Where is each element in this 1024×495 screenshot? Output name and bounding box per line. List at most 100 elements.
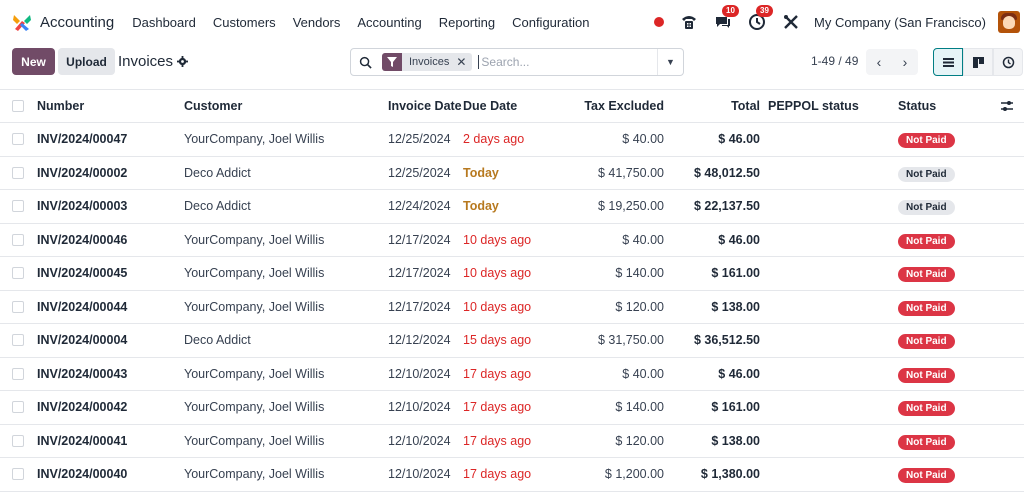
page-title-wrap: Invoices	[118, 53, 189, 70]
col-due-date[interactable]: Due Date	[463, 99, 517, 113]
tax-excluded: $ 31,750.00	[597, 333, 664, 348]
table-row[interactable]: INV/2024/00042 YourCompany, Joel Willis 12…	[0, 391, 1024, 425]
menu-accounting[interactable]: Accounting	[357, 15, 421, 30]
table-row[interactable]: INV/2024/00004 Deco Addict 12/12/2024 15 da…	[0, 324, 1024, 358]
invoice-number: INV/2024/00047	[37, 132, 128, 147]
row-checkbox[interactable]	[12, 233, 24, 246]
col-tax-excluded[interactable]: Tax Excluded	[584, 99, 664, 113]
phone-icon[interactable]	[678, 11, 700, 33]
messages-icon[interactable]: 10	[712, 5, 739, 33]
table-row[interactable]: INV/2024/00046 YourCompany, Joel Willis 12…	[0, 224, 1024, 257]
row-checkbox[interactable]	[12, 434, 24, 447]
status-badge: Not Paid	[898, 334, 955, 350]
accounting-logo-icon	[13, 15, 31, 31]
col-total[interactable]: Total	[731, 99, 760, 113]
customer-name: Deco Addict	[184, 165, 251, 180]
table-row[interactable]: INV/2024/00047 YourCompany, Joel Willis 12…	[0, 123, 1024, 157]
invoice-date: 12/17/2024	[388, 299, 451, 314]
customer-name: YourCompany, Joel Willis	[184, 400, 325, 415]
search-input[interactable]	[478, 55, 647, 69]
upload-button[interactable]: Upload	[58, 48, 115, 75]
row-checkbox[interactable]	[12, 401, 24, 414]
debug-tools-icon[interactable]	[780, 11, 802, 33]
main-menu: Dashboard Customers Vendors Accounting R…	[132, 15, 606, 30]
due-date: Today	[463, 165, 499, 180]
invoice-date: 12/17/2024	[388, 232, 451, 247]
tax-excluded: $ 40.00	[622, 132, 664, 147]
pager-next-icon[interactable]: ›	[892, 49, 918, 75]
row-checkbox[interactable]	[12, 468, 24, 481]
invoice-date: 12/17/2024	[388, 266, 451, 281]
row-checkbox[interactable]	[12, 267, 24, 280]
menu-reporting[interactable]: Reporting	[439, 15, 495, 30]
customer-name: Deco Addict	[184, 333, 251, 348]
pager-value[interactable]: 1-49 / 49	[811, 54, 858, 68]
col-customer[interactable]: Customer	[184, 99, 242, 113]
menu-dashboard[interactable]: Dashboard	[132, 15, 196, 30]
gear-icon[interactable]	[177, 56, 189, 67]
facet-remove-icon[interactable]: ✕	[456, 55, 472, 69]
navbar-systray: 10 39 My Company (San Francisco)	[654, 0, 1020, 44]
menu-vendors[interactable]: Vendors	[293, 15, 341, 30]
tax-excluded: $ 40.00	[622, 232, 664, 247]
user-avatar[interactable]	[998, 11, 1020, 33]
invoice-date: 12/12/2024	[388, 333, 451, 348]
search-icon[interactable]	[359, 56, 372, 69]
search-bar: Invoices ✕ ▼	[350, 48, 684, 76]
kanban-view-icon[interactable]	[963, 48, 993, 76]
customer-name: YourCompany, Joel Willis	[184, 132, 325, 147]
row-checkbox[interactable]	[12, 200, 24, 213]
total: $ 138.00	[711, 299, 760, 314]
activities-count-badge: 39	[756, 5, 773, 17]
recording-dot-icon[interactable]	[654, 17, 665, 27]
menu-customers[interactable]: Customers	[213, 15, 276, 30]
invoice-date: 12/24/2024	[388, 199, 451, 214]
row-checkbox[interactable]	[12, 334, 24, 347]
invoice-date: 12/10/2024	[388, 433, 451, 448]
page-title: Invoices	[118, 53, 174, 70]
table-row[interactable]: INV/2024/00002 Deco Addict 12/25/2024 Today…	[0, 157, 1024, 190]
invoice-number: INV/2024/00040	[37, 467, 128, 482]
invoice-number: INV/2024/00002	[37, 165, 128, 180]
list-view-icon[interactable]	[933, 48, 963, 76]
row-checkbox[interactable]	[12, 166, 24, 179]
menu-configuration[interactable]: Configuration	[512, 15, 589, 30]
messages-count-badge: 10	[722, 5, 739, 17]
customer-name: YourCompany, Joel Willis	[184, 433, 325, 448]
search-facet-filter: Invoices ✕	[382, 53, 473, 71]
due-date: 2 days ago	[463, 132, 525, 147]
new-button[interactable]: New	[12, 48, 55, 75]
table-row[interactable]: INV/2024/00040 YourCompany, Joel Willis 12…	[0, 458, 1024, 492]
customer-name: YourCompany, Joel Willis	[184, 266, 325, 281]
table-row[interactable]: INV/2024/00041 YourCompany, Joel Willis 12…	[0, 425, 1024, 458]
optional-columns-icon[interactable]	[1000, 99, 1014, 113]
activity-view-icon[interactable]	[993, 48, 1023, 76]
customer-name: YourCompany, Joel Willis	[184, 366, 325, 381]
control-panel: New Upload Invoices Invoices ✕ ▼ 1-49 / …	[0, 44, 1024, 90]
app-brand[interactable]: Accounting	[12, 12, 114, 32]
table-row[interactable]: INV/2024/00043 YourCompany, Joel Willis 12…	[0, 358, 1024, 391]
tax-excluded: $ 40.00	[622, 366, 664, 381]
invoice-date: 12/10/2024	[388, 400, 451, 415]
status-badge: Not Paid	[898, 166, 955, 182]
row-checkbox[interactable]	[12, 300, 24, 313]
col-invoice-date[interactable]: Invoice Date	[388, 99, 462, 113]
activities-clock-icon[interactable]: 39	[746, 5, 773, 33]
status-badge: Not Paid	[898, 401, 955, 417]
invoice-number: INV/2024/00003	[37, 199, 128, 214]
row-checkbox[interactable]	[12, 367, 24, 380]
search-options-toggle-icon[interactable]: ▼	[657, 49, 683, 75]
col-status[interactable]: Status	[898, 99, 936, 113]
select-all-checkbox[interactable]	[12, 100, 24, 112]
invoice-number: INV/2024/00004	[37, 333, 128, 348]
table-row[interactable]: INV/2024/00045 YourCompany, Joel Willis 12…	[0, 257, 1024, 291]
status-badge: Not Paid	[898, 468, 955, 484]
table-row[interactable]: INV/2024/00003 Deco Addict 12/24/2024 Today…	[0, 190, 1024, 224]
pager-previous-icon[interactable]: ‹	[866, 49, 892, 75]
col-peppol-status[interactable]: PEPPOL status	[768, 99, 859, 113]
avatar-face	[1003, 16, 1015, 29]
company-switcher[interactable]: My Company (San Francisco)	[814, 15, 986, 30]
col-number[interactable]: Number	[37, 99, 84, 113]
row-checkbox[interactable]	[12, 133, 24, 146]
table-row[interactable]: INV/2024/00044 YourCompany, Joel Willis 12…	[0, 291, 1024, 324]
